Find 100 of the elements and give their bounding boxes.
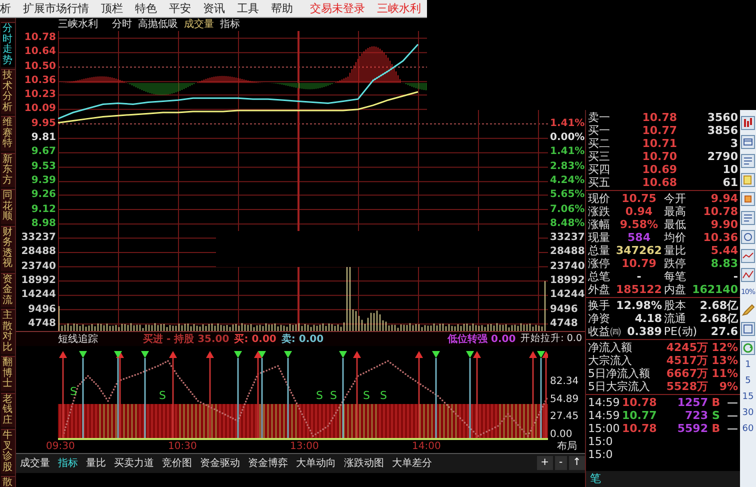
quote-value: 11%: [710, 367, 738, 380]
axis-label: 4.24%: [550, 174, 585, 186]
quote-value: 347262: [616, 244, 662, 257]
axis-label: 14244: [21, 289, 56, 300]
axis-label: 9.39: [31, 174, 56, 186]
chart-title: 三峡水利: [58, 18, 98, 31]
quote-value: 2.68亿: [698, 299, 738, 312]
quote-label: 卖一: [588, 111, 611, 124]
axis-label: 10.09: [24, 103, 56, 114]
quote-value: 4517万: [666, 354, 708, 367]
quote-value: 2.68亿: [698, 312, 738, 325]
quote-value: 27.6: [710, 325, 738, 338]
tick-price: 10.78: [622, 422, 656, 435]
indicator-readout: 买: 0.00: [234, 332, 276, 346]
quote-value: 6667万: [666, 367, 708, 380]
quote-label: PE(动): [664, 325, 698, 338]
tick-volume: 5592: [676, 422, 708, 435]
axis-label: 8.98: [31, 218, 56, 229]
quote-label: 总量: [588, 244, 611, 257]
tick-time: 15:0: [588, 448, 614, 461]
quote-label: 涨幅: [588, 218, 611, 231]
axis-label: 10.50: [24, 60, 56, 72]
quote-value: 13%: [710, 354, 738, 367]
axis-label: 9496: [28, 304, 56, 315]
signal-label: S: [159, 390, 166, 401]
axis-label: 28488: [21, 246, 56, 258]
axis-label: 4748: [28, 318, 56, 329]
axis-label: 82.34: [550, 376, 580, 388]
chart-title: 成交量: [184, 18, 214, 31]
time-label: 13:00: [290, 440, 319, 453]
quote-label: 收益㈣: [588, 325, 621, 338]
quote-label: 换手: [588, 299, 610, 312]
tick-mark: —: [726, 422, 738, 435]
axis-label: 9.67: [31, 146, 56, 158]
quote-value: 5.44: [710, 244, 738, 257]
quote-label: 买一: [588, 124, 611, 137]
quote-label: 买四: [588, 163, 611, 176]
quote-value: 3856: [706, 124, 738, 137]
quote-value: 8.83: [710, 257, 738, 270]
signal-label: S: [380, 390, 387, 401]
quote-value: -: [732, 270, 738, 283]
quote-value: 3: [729, 137, 738, 150]
axis-label: 9.81: [31, 132, 56, 144]
axis-label: 4748: [550, 318, 578, 329]
quote-value: 10.78: [641, 111, 677, 124]
axis-label: 54.89: [550, 394, 580, 406]
quote-value: 10.68: [641, 176, 677, 189]
quote-value: 10.75: [620, 192, 658, 205]
quote-value: 2790: [706, 150, 738, 163]
quote-label: 买三: [588, 150, 611, 163]
tick-volume: 1257: [676, 396, 708, 409]
quote-value: 9%: [718, 380, 738, 393]
quote-label: 买五: [588, 176, 611, 189]
quote-value: 0.94: [624, 205, 654, 218]
chart-title: 指标: [220, 18, 240, 31]
tick-price: 10.77: [622, 409, 656, 422]
axis-label: 5.65%: [550, 189, 585, 200]
quote-label: 5日大宗流入: [588, 380, 651, 393]
tick-volume: 723: [684, 409, 708, 422]
quote-value: 10.70: [641, 150, 677, 163]
quote-value: 5528万: [666, 380, 708, 393]
quote-label: 涨跌: [588, 205, 611, 218]
quote-value: 162140: [692, 283, 738, 296]
quote-value: 10.79: [620, 257, 658, 270]
tick-time: 14:59: [588, 409, 620, 422]
signal-label: S: [363, 390, 370, 401]
axis-label: 10.78: [24, 32, 56, 43]
quote-label: 量比: [664, 244, 687, 257]
quote-value: 9.94: [710, 192, 738, 205]
chart-title: 分时: [112, 18, 132, 31]
quote-label: 涨停: [588, 257, 611, 270]
axis-label: 23740: [21, 260, 56, 272]
axis-label: 23740: [550, 260, 585, 272]
quote-value: 61: [722, 176, 738, 189]
indicator-readout: 买进 - 持股 35.00: [143, 332, 230, 346]
axis-label: 18992: [550, 275, 585, 286]
axis-label: 7.06%: [550, 204, 585, 215]
axis-label: 9496: [550, 304, 578, 315]
axis-label: 9.26: [31, 189, 56, 200]
axis-label: 28488: [550, 246, 585, 258]
quote-label: 股本: [664, 299, 686, 312]
axis-label: 18992: [21, 275, 56, 286]
axis-label: 1.41%: [550, 118, 585, 129]
quote-label: 净资: [588, 312, 610, 325]
quote-label: 外盘: [588, 283, 611, 296]
quote-label: 流通: [664, 312, 686, 325]
tick-side: B: [710, 396, 722, 409]
axis-label: 0.00: [550, 428, 574, 441]
signal-label: S: [330, 390, 337, 401]
quote-label: 现价: [588, 192, 611, 205]
quote-value: 584: [626, 231, 652, 244]
quote-value: 10.36: [702, 231, 738, 244]
axis-label: 10.23: [24, 89, 56, 100]
quote-label: 跌停: [664, 257, 687, 270]
quote-value: 4245万: [666, 341, 708, 354]
tick-mark: —: [726, 396, 738, 409]
quote-label: 最高: [664, 205, 687, 218]
quote-value: 10.78: [702, 205, 738, 218]
axis-label: 33237: [21, 232, 56, 244]
tick-time: 15:00: [588, 422, 620, 435]
